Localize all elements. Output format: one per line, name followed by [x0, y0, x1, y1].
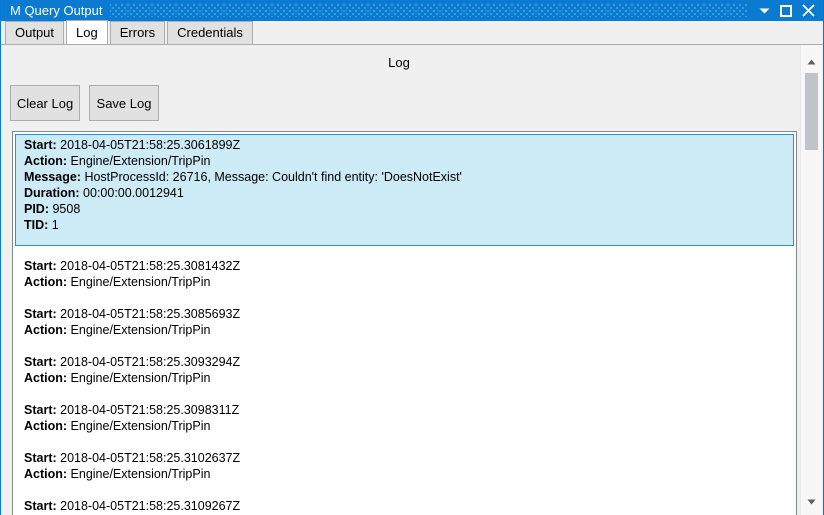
log-line-key: Start:	[24, 307, 57, 321]
scroll-up-button[interactable]	[801, 53, 822, 70]
scroll-thumb[interactable]	[805, 73, 818, 150]
log-entry[interactable]: Start: 2018-04-05T21:58:25.3085693Z Actio…	[15, 303, 794, 341]
log-entry-list[interactable]: Start: 2018-04-05T21:58:25.3061899Z Actio…	[12, 131, 797, 515]
close-button[interactable]	[797, 0, 819, 21]
log-line: Action: Engine/Extension/TripPin	[24, 418, 789, 434]
log-line-value: Engine/Extension/TripPin	[67, 323, 211, 337]
log-line: Start: 2018-04-05T21:58:25.3061899Z	[24, 137, 789, 153]
log-line-value: 2018-04-05T21:58:25.3098311Z	[56, 403, 240, 417]
log-line: Action: Engine/Extension/TripPin	[24, 370, 789, 386]
log-line-key: Action:	[24, 323, 68, 337]
log-line-value: Engine/Extension/TripPin	[67, 154, 211, 168]
chevron-down-icon	[759, 7, 770, 15]
vertical-scrollbar[interactable]	[800, 45, 822, 515]
log-action-buttons: Clear Log Save Log	[10, 85, 159, 121]
triangle-down-icon	[807, 499, 816, 505]
log-line: Start: 2018-04-05T21:58:25.3081432Z	[24, 258, 789, 274]
log-line: Action: Engine/Extension/TripPin	[24, 322, 789, 338]
log-line-key: Action:	[24, 275, 68, 289]
log-entry[interactable]: Start: 2018-04-05T21:58:25.3061899Z Actio…	[15, 134, 794, 246]
log-line-key: Start:	[24, 451, 57, 465]
close-icon	[801, 4, 815, 17]
log-line-key: Start:	[24, 355, 57, 369]
log-entry[interactable]: Start: 2018-04-05T21:58:25.3098311Z Actio…	[15, 399, 794, 437]
scroll-down-button[interactable]	[801, 493, 822, 510]
log-line-key: Start:	[24, 259, 57, 273]
tab-label: Errors	[119, 25, 156, 40]
log-line: Action: Engine/Extension/TripPin	[24, 466, 789, 482]
log-line-value: 00:00:00.0012941	[79, 186, 184, 200]
log-line-value: Engine/Extension/TripPin	[67, 419, 211, 433]
title-bar-grip	[110, 4, 747, 17]
m-query-output-window: M Query Output Output Log Errors Credent…	[0, 0, 824, 515]
triangle-up-icon	[807, 59, 816, 65]
log-line-value: 2018-04-05T21:58:25.3109267Z	[56, 499, 241, 513]
log-line: Start: 2018-04-05T21:58:25.3102637Z	[24, 450, 789, 466]
log-line-value: 2018-04-05T21:58:25.3093294Z	[56, 355, 241, 369]
log-line-key: TID:	[24, 218, 49, 232]
window-title: M Query Output	[10, 3, 103, 18]
log-line-value: HostProcessId: 26716, Message: Couldn't …	[80, 170, 462, 184]
maximize-button[interactable]	[775, 0, 797, 21]
log-line: TID: 1	[24, 217, 789, 233]
log-line-value: Engine/Extension/TripPin	[67, 275, 211, 289]
square-icon	[780, 4, 792, 17]
save-log-button[interactable]: Save Log	[89, 85, 159, 121]
log-entry[interactable]: Start: 2018-04-05T21:58:25.3093294Z Actio…	[15, 351, 794, 389]
log-line-key: Start:	[24, 403, 57, 417]
log-line-key: Duration:	[24, 186, 80, 200]
log-line-value: 2018-04-05T21:58:25.3061899Z	[56, 138, 241, 152]
log-line: Message: HostProcessId: 26716, Message: …	[24, 169, 789, 185]
log-line: Start: 2018-04-05T21:58:25.3098311Z	[24, 402, 789, 418]
log-line-key: Start:	[24, 499, 57, 513]
log-line-value: 1	[48, 218, 59, 232]
clear-log-button[interactable]: Clear Log	[10, 85, 80, 121]
log-entry[interactable]: Start: 2018-04-05T21:58:25.3109267Z	[15, 495, 794, 515]
tab-strip: Output Log Errors Credentials	[1, 20, 823, 45]
log-line-key: Action:	[24, 154, 68, 168]
log-line-value: Engine/Extension/TripPin	[67, 371, 211, 385]
log-line: Duration: 00:00:00.0012941	[24, 185, 789, 201]
tab-label: Credentials	[177, 25, 243, 40]
log-line: Start: 2018-04-05T21:58:25.3109267Z	[24, 498, 789, 514]
log-line-value: 2018-04-05T21:58:25.3102637Z	[56, 451, 241, 465]
log-line: Action: Engine/Extension/TripPin	[24, 153, 789, 169]
tab-label: Log	[76, 25, 98, 40]
log-line: Action: Engine/Extension/TripPin	[24, 274, 789, 290]
log-entry[interactable]: Start: 2018-04-05T21:58:25.3081432Z Actio…	[15, 255, 794, 293]
log-line: Start: 2018-04-05T21:58:25.3093294Z	[24, 354, 789, 370]
log-panel: Log Clear Log Save Log Start: 2018-04-05…	[1, 45, 823, 515]
log-line-value: 2018-04-05T21:58:25.3085693Z	[56, 307, 241, 321]
log-line-value: Engine/Extension/TripPin	[67, 467, 211, 481]
log-line-key: PID:	[24, 202, 49, 216]
log-line-key: Start:	[24, 138, 57, 152]
log-line-value: 2018-04-05T21:58:25.3081432Z	[56, 259, 241, 273]
panel-heading: Log	[388, 55, 410, 70]
log-line-key: Action:	[24, 419, 68, 433]
log-line-key: Action:	[24, 467, 68, 481]
tab-errors[interactable]: Errors	[109, 21, 166, 44]
log-line-value: 9508	[49, 202, 81, 216]
tab-output[interactable]: Output	[5, 21, 65, 44]
title-bar: M Query Output	[1, 0, 823, 21]
log-line: Start: 2018-04-05T21:58:25.3085693Z	[24, 306, 789, 322]
tab-log[interactable]: Log	[66, 20, 108, 44]
minimize-button[interactable]	[753, 0, 775, 21]
tab-label: Output	[15, 25, 55, 40]
tab-credentials[interactable]: Credentials	[167, 21, 253, 44]
log-line-key: Message:	[24, 170, 81, 184]
log-line: PID: 9508	[24, 201, 789, 217]
log-line-key: Action:	[24, 371, 68, 385]
log-entry[interactable]: Start: 2018-04-05T21:58:25.3102637Z Actio…	[15, 447, 794, 485]
